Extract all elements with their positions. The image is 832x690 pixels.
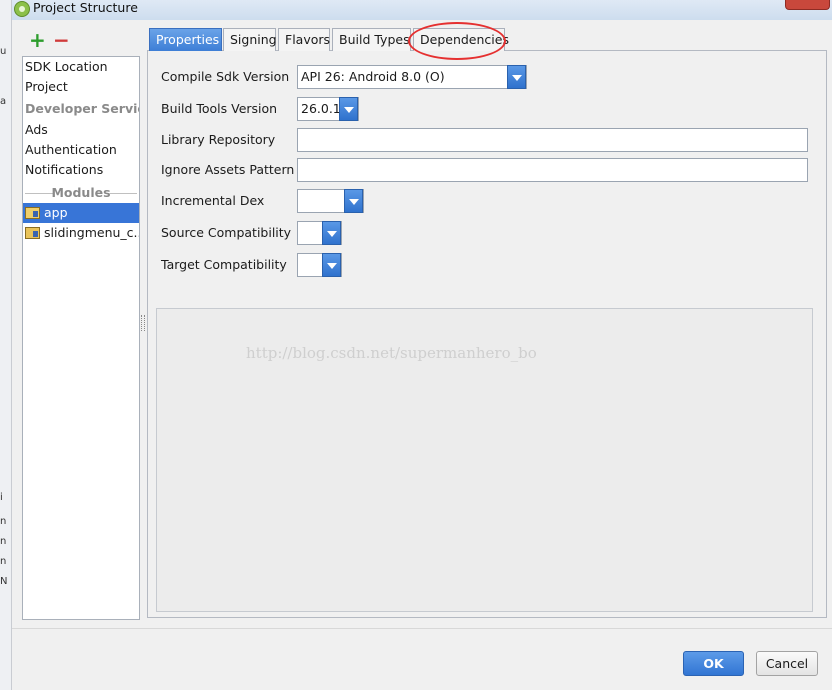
- chevron-down-icon[interactable]: [507, 65, 526, 89]
- module-label: slidingmenu_c...: [44, 225, 139, 240]
- chevron-down-icon[interactable]: [344, 189, 363, 213]
- tab-signing[interactable]: Signing: [223, 28, 277, 51]
- android-module-icon: [25, 207, 40, 219]
- library-repository-input[interactable]: [297, 128, 808, 152]
- plus-icon[interactable]: +: [29, 30, 46, 50]
- modules-label: Modules: [51, 185, 111, 200]
- compile-sdk-value: API 26: Android 8.0 (O): [301, 69, 445, 84]
- build-tools-value: 26.0.1: [301, 101, 341, 116]
- module-label: app: [44, 205, 68, 220]
- window-title: Project Structure: [33, 0, 138, 15]
- ignore-assets-label: Ignore Assets Pattern: [161, 162, 295, 177]
- tab-dependencies[interactable]: Dependencies: [413, 28, 509, 51]
- close-window-button[interactable]: [785, 0, 830, 10]
- modules-separator: Modules: [23, 183, 139, 203]
- minus-icon[interactable]: −: [53, 30, 70, 50]
- sidebar-header-developer-services: Developer Servic...: [25, 101, 139, 116]
- sidebar-item-notifications[interactable]: Notifications: [23, 160, 139, 180]
- sidebar-item-module-slidingmenu[interactable]: slidingmenu_c...: [23, 223, 139, 243]
- library-module-icon: [25, 227, 40, 239]
- source-compatibility-label: Source Compatibility: [161, 225, 292, 240]
- sidebar-item-ads[interactable]: Ads: [23, 120, 139, 140]
- incremental-dex-label: Incremental Dex: [161, 193, 265, 208]
- library-repository-label: Library Repository: [161, 132, 276, 147]
- chevron-down-icon[interactable]: [322, 221, 341, 245]
- build-tools-dropdown[interactable]: 26.0.1: [297, 97, 359, 121]
- tab-build-types[interactable]: Build Types: [332, 28, 411, 51]
- incremental-dex-dropdown[interactable]: [297, 189, 364, 213]
- sidebar-item-module-app[interactable]: app: [23, 203, 139, 223]
- source-compatibility-dropdown[interactable]: [297, 221, 342, 245]
- chevron-down-icon[interactable]: [322, 253, 341, 277]
- ok-button[interactable]: OK: [683, 651, 744, 676]
- watermark-text: http://blog.csdn.net/supermanhero_bo: [246, 344, 537, 362]
- tab-flavors[interactable]: Flavors: [278, 28, 330, 51]
- ignore-assets-input[interactable]: [297, 158, 808, 182]
- sidebar-list: SDK Location Project Developer Servic...…: [22, 56, 140, 620]
- android-studio-icon: [14, 1, 30, 17]
- title-bar[interactable]: Project Structure: [12, 0, 832, 20]
- footer-divider: [12, 628, 832, 629]
- cancel-button[interactable]: Cancel: [756, 651, 818, 676]
- sidebar-item-project[interactable]: Project: [23, 77, 139, 97]
- target-compatibility-label: Target Compatibility: [161, 257, 287, 272]
- background-window-edge: u a i n n n N: [0, 0, 12, 690]
- compile-sdk-dropdown[interactable]: API 26: Android 8.0 (O): [297, 65, 527, 89]
- build-tools-label: Build Tools Version: [161, 101, 278, 116]
- target-compatibility-dropdown[interactable]: [297, 253, 342, 277]
- splitter-handle[interactable]: [141, 315, 145, 331]
- tab-properties[interactable]: Properties: [149, 28, 222, 51]
- compile-sdk-label: Compile Sdk Version: [161, 69, 290, 84]
- sidebar-item-authentication[interactable]: Authentication: [23, 140, 139, 160]
- chevron-down-icon[interactable]: [339, 97, 358, 121]
- project-structure-dialog: + − SDK Location Project Developer Servi…: [12, 20, 832, 690]
- sidebar-item-sdk-location[interactable]: SDK Location: [23, 57, 139, 77]
